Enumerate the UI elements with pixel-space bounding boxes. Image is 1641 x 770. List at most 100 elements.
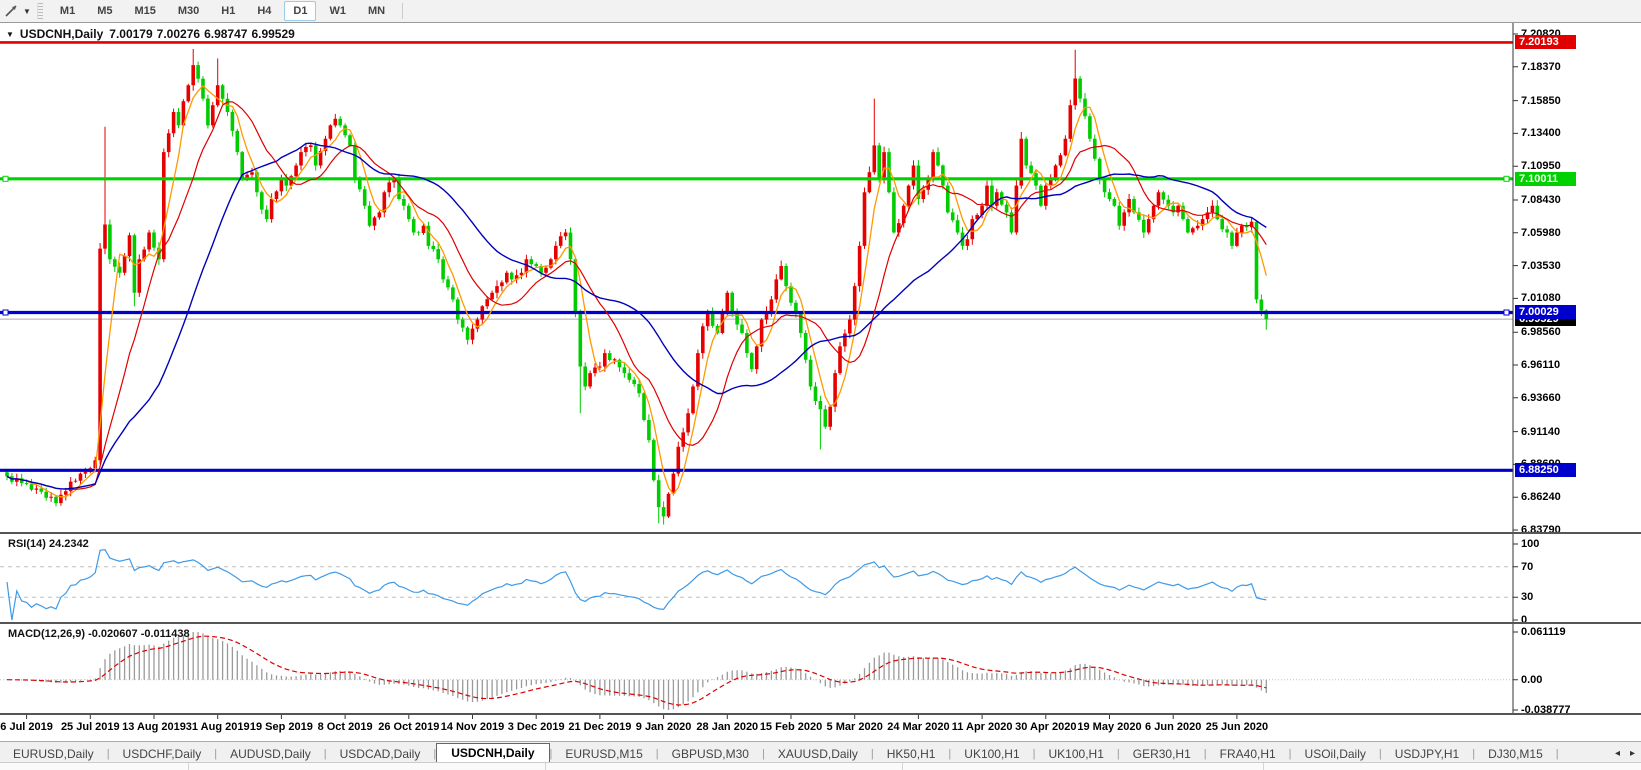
x-axis-date-label: 19 Sep 2019 bbox=[249, 721, 313, 733]
y-axis-tick: 7.01080 bbox=[1521, 292, 1561, 305]
y-axis-tick: 6.98560 bbox=[1521, 326, 1561, 339]
chart-tab-gbpusd-m30[interactable]: GBPUSD,M30 bbox=[659, 744, 762, 763]
y-axis-tick: 6.91140 bbox=[1521, 425, 1561, 438]
x-axis-date-label: 25 Jun 2020 bbox=[1205, 721, 1269, 733]
y-axis-tick-marks bbox=[1513, 33, 1518, 531]
price-level-badge: 7.00029 bbox=[1515, 305, 1576, 320]
x-axis-date-label: 13 Aug 2019 bbox=[122, 721, 186, 733]
timeframe-button-m5[interactable]: M5 bbox=[88, 1, 121, 21]
chart-tab-uk100-h1[interactable]: UK100,H1 bbox=[1036, 744, 1117, 763]
timeframe-button-h4[interactable]: H4 bbox=[248, 1, 280, 21]
moving-average-line-3 bbox=[6, 142, 1267, 490]
x-axis-date-label: 6 Jul 2019 bbox=[0, 721, 53, 733]
chart-symbol-label: USDCNH,Daily bbox=[19, 27, 104, 41]
chart-tab-uk100-h1[interactable]: UK100,H1 bbox=[951, 744, 1032, 763]
macd-signal-line bbox=[6, 635, 1267, 706]
macd-indicator-panel[interactable]: MACD(12,26,9) -0.020607 -0.011438 0.0611… bbox=[0, 622, 1641, 716]
toolbar-separator bbox=[402, 3, 404, 19]
chart-tab-eurusd-daily[interactable]: EURUSD,Daily bbox=[0, 744, 107, 763]
chart-tab-eurusd-m15[interactable]: EURUSD,M15 bbox=[552, 744, 655, 763]
x-axis-date-label: 9 Jan 2020 bbox=[635, 721, 692, 733]
date-axis[interactable]: 6 Jul 2019 25 Jul 2019 13 Aug 2019 31 Aug 2… bbox=[0, 713, 1641, 743]
chart-tab-hk50-h1[interactable]: HK50,H1 bbox=[874, 744, 949, 763]
y-axis-tick: 7.03530 bbox=[1521, 259, 1561, 272]
chart-tab-audusd-daily[interactable]: AUDUSD,Daily bbox=[217, 744, 324, 763]
timeframe-button-d1[interactable]: D1 bbox=[284, 1, 317, 21]
x-axis-date-label: 26 Oct 2019 bbox=[378, 721, 440, 733]
x-axis-date-label: 3 Dec 2019 bbox=[507, 721, 565, 733]
chart-tab-usdcnh-daily[interactable]: USDCNH,Daily bbox=[436, 743, 550, 763]
rsi-tick-marks bbox=[1513, 543, 1518, 621]
up-candle-bodies bbox=[15, 65, 1254, 517]
y-axis-tick: 6.86240 bbox=[1521, 491, 1561, 504]
y-axis-tick: 6.96110 bbox=[1521, 358, 1561, 371]
timeframe-button-w1[interactable]: W1 bbox=[320, 1, 355, 21]
chart-tab-usdchf-daily[interactable]: USDCHF,Daily bbox=[110, 744, 215, 763]
ohlc-open: 7.00179 bbox=[109, 27, 153, 41]
moving-average-line-1 bbox=[6, 84, 1267, 498]
chart-tab-usdjpy-h1[interactable]: USDJPY,H1 bbox=[1382, 744, 1472, 763]
chart-tab-usoil-daily[interactable]: USOil,Daily bbox=[1292, 744, 1379, 763]
chart-tab-dj30-m15[interactable]: DJ30,M15 bbox=[1475, 744, 1556, 763]
x-axis-tick-marks bbox=[26, 715, 1238, 719]
line-tool-icon[interactable] bbox=[2, 2, 22, 20]
rsi-line bbox=[6, 549, 1267, 621]
x-axis-date-label: 30 Apr 2020 bbox=[1015, 721, 1077, 733]
x-axis-date-label: 31 Aug 2019 bbox=[185, 721, 250, 733]
toolbar-grip[interactable] bbox=[36, 3, 43, 19]
macd-tick-marks bbox=[1513, 631, 1518, 711]
x-axis-date-label: 25 Jul 2019 bbox=[60, 721, 120, 733]
x-axis-date-label: 28 Jan 2020 bbox=[696, 721, 759, 733]
y-axis-tick: 7.10950 bbox=[1521, 160, 1561, 173]
x-axis-date-label: 8 Oct 2019 bbox=[317, 721, 373, 733]
x-axis-date-label: 11 Apr 2020 bbox=[951, 721, 1013, 733]
ohlc-high: 7.00276 bbox=[156, 27, 201, 41]
y-axis-tick: 7.05980 bbox=[1521, 226, 1561, 239]
macd-histogram bbox=[11, 632, 1267, 710]
y-axis-tick: 6.93660 bbox=[1521, 391, 1561, 404]
rsi-axis-tick: 70 bbox=[1521, 560, 1534, 573]
x-axis-date-label: 19 May 2020 bbox=[1077, 721, 1142, 733]
rsi-axis-tick: 100 bbox=[1521, 538, 1540, 550]
up-candle-wicks bbox=[16, 49, 1253, 518]
macd-axis-tick: 0.00 bbox=[1521, 673, 1543, 686]
x-axis-date-label: 5 Mar 2020 bbox=[826, 721, 883, 733]
timeframe-button-h1[interactable]: H1 bbox=[212, 1, 244, 21]
chart-tab-xauusd-daily[interactable]: XAUUSD,Daily bbox=[765, 744, 871, 763]
price-level-badge: 7.10011 bbox=[1515, 171, 1576, 186]
timeframe-button-mn[interactable]: MN bbox=[359, 1, 394, 21]
timeframe-toolbar: ▼ M1 M5 M15 M30 H1 H4 D1 W1 MN bbox=[0, 0, 1641, 23]
price-chart-panel[interactable]: ▼ USDCNH,Daily 7.00179 7.00276 6.98747 6… bbox=[0, 22, 1641, 536]
price-level-badge: 6.88250 bbox=[1515, 463, 1576, 478]
macd-axis-tick: 0.061119 bbox=[1521, 626, 1566, 638]
y-axis-tick: 7.08430 bbox=[1521, 193, 1561, 206]
timeframe-button-m1[interactable]: M1 bbox=[51, 1, 84, 21]
rsi-indicator-panel[interactable]: RSI(14) 24.2342 100 70 30 0 bbox=[0, 532, 1641, 626]
chevron-down-icon[interactable]: ▼ bbox=[23, 7, 31, 16]
moving-average-line-2 bbox=[6, 101, 1267, 491]
x-axis-date-label: 14 Nov 2019 bbox=[440, 721, 505, 733]
status-bar bbox=[0, 762, 1641, 770]
ohlc-close: 6.99529 bbox=[251, 27, 295, 41]
x-axis-date-label: 15 Feb 2020 bbox=[759, 721, 823, 733]
timeframe-buttons: M1 M5 M15 M30 H1 H4 D1 W1 MN bbox=[49, 1, 396, 21]
x-axis-date-label: 24 Mar 2020 bbox=[887, 721, 950, 733]
tab-scroll-right-icon[interactable]: ▸ bbox=[1630, 748, 1635, 759]
chart-tab-fra40-h1[interactable]: FRA40,H1 bbox=[1207, 744, 1289, 763]
chart-tab-bar: EURUSD,Daily | USDCHF,Daily | AUDUSD,Daily | U… bbox=[0, 741, 1641, 763]
trading-terminal: ▼ M1 M5 M15 M30 H1 H4 D1 W1 MN ▼ USDCNH,Daily 7.… bbox=[0, 0, 1641, 770]
macd-label: MACD(12,26,9) -0.020607 -0.011438 bbox=[8, 628, 190, 640]
tab-scroll-left-icon[interactable]: ◂ bbox=[1615, 748, 1620, 759]
chart-tab-ger30-h1[interactable]: GER30,H1 bbox=[1120, 744, 1204, 763]
chart-tab-usdcad-daily[interactable]: USDCAD,Daily bbox=[327, 744, 434, 763]
chart-collapse-icon[interactable]: ▼ bbox=[6, 30, 14, 39]
rsi-axis-tick: 30 bbox=[1521, 591, 1534, 604]
y-axis-tick: 7.18370 bbox=[1521, 60, 1561, 73]
timeframe-button-m15[interactable]: M15 bbox=[125, 1, 164, 21]
ohlc-low: 6.98747 bbox=[204, 27, 248, 41]
timeframe-button-m30[interactable]: M30 bbox=[169, 1, 208, 21]
x-axis-date-label: 6 Jun 2020 bbox=[1145, 721, 1202, 733]
chart-title: ▼ USDCNH,Daily 7.00179 7.00276 6.98747 6… bbox=[6, 27, 295, 41]
y-axis-tick: 7.13400 bbox=[1521, 127, 1561, 140]
y-axis-tick: 7.15850 bbox=[1521, 94, 1561, 107]
